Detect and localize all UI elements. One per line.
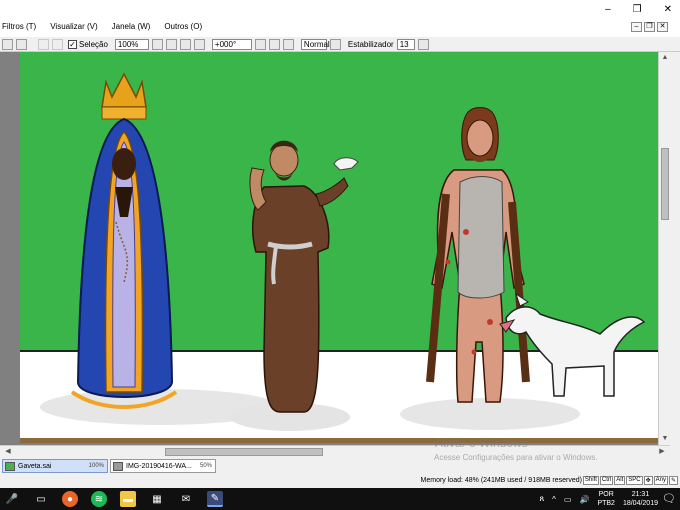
zoom-dropdown-button[interactable] — [151, 38, 163, 50]
doc-tab-name: Gaveta.sai — [18, 462, 52, 470]
clock-time: 21:31 — [631, 491, 650, 498]
deselect-button[interactable] — [2, 38, 13, 50]
store-icon[interactable]: ▦ — [149, 491, 165, 507]
zoom-reset-button[interactable] — [193, 38, 205, 50]
doc-thumbnail-icon — [5, 461, 15, 471]
selection-toggle[interactable]: ✓ Seleção — [68, 39, 108, 49]
stabilizer-dropdown-button[interactable] — [417, 38, 429, 50]
minimize-button[interactable]: – — [605, 4, 611, 15]
scroll-up-arrow-icon[interactable]: ▲ — [659, 52, 671, 64]
network-icon[interactable]: ▭ — [564, 495, 572, 504]
doc-tab-img[interactable]: IMG-20190416-WA... 50% — [110, 459, 216, 473]
key-any: Any — [653, 476, 668, 485]
invert-selection-button[interactable] — [16, 38, 27, 50]
notification-icon[interactable]: 🗨 — [662, 492, 676, 505]
title-menu-bar: – ❐ ✕ Filtros (T) Visualizar (V) Janela … — [0, 0, 680, 37]
doc-close-button[interactable]: ✕ — [657, 22, 668, 32]
zoom-in-button[interactable] — [179, 38, 191, 50]
doc-tab-zoom: 50% — [199, 463, 212, 469]
pen-icon: ✎ — [668, 476, 678, 485]
toolbar: ✓ Seleção 100% +000° Normal Estabilizado… — [0, 37, 680, 52]
restore-button[interactable]: ❐ — [633, 4, 642, 15]
blend-mode-field[interactable]: Normal — [300, 38, 330, 50]
horizontal-scroll-thumb[interactable] — [165, 448, 323, 456]
lang-bottom: PTB2 — [597, 500, 615, 507]
zoom-out-button[interactable] — [165, 38, 177, 50]
doc-tab-zoom: 100% — [88, 463, 104, 469]
system-tray: ጸ ^ ▭ 🔊 POR PTB2 21:31 18/04/2019 — [539, 490, 658, 508]
doc-tab-name: IMG-20190416-WA... — [126, 462, 192, 470]
key-shift: Shift — [582, 476, 599, 485]
stabilizer-label: Estabilizador — [347, 39, 394, 49]
redo-button[interactable] — [52, 38, 63, 50]
zoom-field[interactable]: 100% — [114, 38, 149, 50]
menu-janela[interactable]: Janela (W) — [112, 22, 151, 31]
rotation-field[interactable]: +000° — [211, 38, 252, 50]
flip-canvas-button[interactable] — [329, 38, 341, 50]
paint-tool-sai-icon[interactable]: ✎ — [207, 491, 223, 507]
doc-restore-button[interactable]: ❐ — [644, 22, 655, 32]
people-icon[interactable]: ጸ — [539, 494, 544, 504]
menu-bar: Filtros (T) Visualizar (V) Janela (W) Ou… — [2, 22, 202, 31]
menu-outros[interactable]: Outros (O) — [164, 22, 202, 31]
memory-load-text: Memory load: 48% (241MB used / 918MB res… — [420, 477, 582, 484]
key-spc: SPC — [626, 476, 643, 485]
doc-minimize-button[interactable]: – — [631, 22, 642, 32]
chevron-up-icon[interactable]: ^ — [552, 495, 556, 504]
window-controls: – ❐ ✕ — [605, 4, 672, 15]
crosshair-icon: ✥ — [643, 476, 653, 485]
doc-thumbnail-icon — [113, 461, 123, 471]
scroll-down-arrow-icon[interactable]: ▼ — [659, 433, 671, 445]
menu-visualizar[interactable]: Visualizar (V) — [50, 22, 97, 31]
spotify-icon[interactable]: ≋ — [91, 491, 107, 507]
firefox-icon[interactable]: ● — [62, 491, 78, 507]
selection-label: Seleção — [79, 39, 108, 49]
doc-tab-gaveta[interactable]: Gaveta.sai 100% — [2, 459, 108, 473]
drawing-canvas[interactable] — [20, 52, 658, 443]
app-window: – ❐ ✕ Filtros (T) Visualizar (V) Janela … — [0, 0, 680, 510]
vertical-scrollbar[interactable]: ▲ ▼ — [658, 52, 670, 445]
document-window-controls: – ❐ ✕ — [631, 22, 668, 32]
mail-icon[interactable]: ✉ — [178, 491, 194, 507]
file-explorer-icon[interactable]: ▬ — [120, 491, 136, 507]
rotate-right-button[interactable] — [268, 38, 280, 50]
task-view-icon[interactable]: ▭ — [33, 491, 49, 507]
volume-icon[interactable]: 🔊 — [579, 495, 589, 504]
activation-watermark-text: Acesse Configurações para ativar o Windo… — [434, 453, 598, 462]
canvas-viewport[interactable] — [0, 52, 670, 445]
vertical-scroll-thumb[interactable] — [661, 148, 669, 220]
status-bar: Memory load: 48% (241MB used / 918MB res… — [0, 475, 680, 488]
artwork — [20, 52, 658, 443]
rotate-left-button[interactable] — [254, 38, 266, 50]
stabilizer-field[interactable]: 13 — [396, 38, 415, 50]
lang-top: POR — [598, 491, 614, 498]
language-indicator[interactable]: POR PTB2 — [597, 490, 615, 508]
rotate-reset-button[interactable] — [282, 38, 294, 50]
close-button[interactable]: ✕ — [664, 4, 672, 15]
microphone-icon[interactable]: 🎤 — [4, 491, 20, 507]
clock[interactable]: 21:31 18/04/2019 — [623, 490, 658, 508]
menu-filtros[interactable]: Filtros (T) — [2, 22, 36, 31]
modifier-key-indicators: Shift Ctrl Alt SPC ✥ Any ✎ — [582, 476, 678, 485]
selection-checkbox[interactable]: ✓ — [68, 39, 77, 49]
key-alt: Alt — [614, 476, 626, 485]
taskbar-apps: 🎤 ▭ ● ≋ ▬ ▦ ✉ ✎ — [4, 491, 223, 507]
activation-watermark-title: Ativar o Windows — [435, 436, 528, 450]
key-ctrl: Ctrl — [599, 476, 614, 485]
taskbar: 🎤 ▭ ● ≋ ▬ ▦ ✉ ✎ ጸ ^ ▭ 🔊 POR PTB2 21:31 1… — [0, 488, 680, 510]
clock-date: 18/04/2019 — [622, 500, 658, 507]
undo-button[interactable] — [38, 38, 49, 50]
